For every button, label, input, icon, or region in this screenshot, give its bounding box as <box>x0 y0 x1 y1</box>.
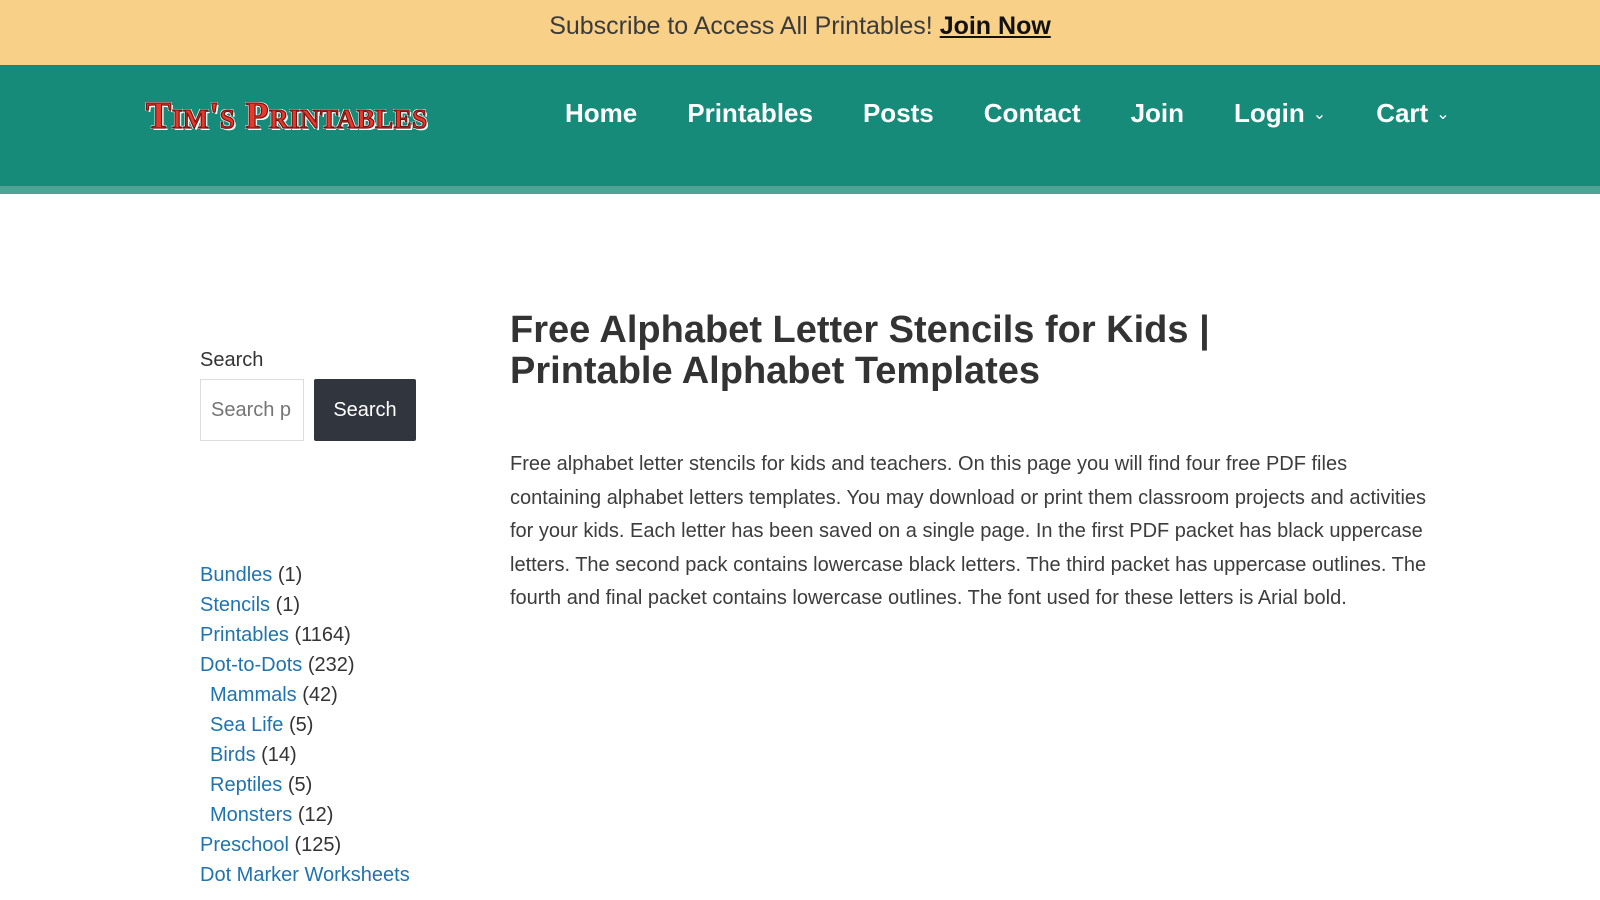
search-form: Search <box>200 379 430 441</box>
list-item: Reptiles (5) <box>200 770 460 800</box>
list-item: Monsters (12) <box>200 800 460 830</box>
category-link[interactable]: Monsters <box>210 804 292 826</box>
nav-cart[interactable]: Cart ⌄ <box>1376 93 1449 133</box>
list-item: Preschool (125) <box>200 830 460 860</box>
category-link[interactable]: Dot-to-Dots <box>200 654 302 676</box>
chevron-down-icon[interactable]: ⌄ <box>1436 95 1449 135</box>
sidebar-search: Search Search <box>200 345 430 441</box>
list-item: Dot Marker Worksheets <box>200 860 460 890</box>
nav-label: Home <box>565 98 638 128</box>
list-item: Bundles (1) <box>200 560 460 590</box>
list-item: Birds (14) <box>200 740 460 770</box>
category-count: (12) <box>297 804 334 826</box>
category-count: (42) <box>302 684 338 706</box>
header-divider <box>0 186 1600 194</box>
category-count: (1164) <box>294 624 351 646</box>
category-link[interactable]: Mammals <box>210 684 297 706</box>
nav-label: Posts <box>862 98 934 128</box>
category-link[interactable]: Reptiles <box>210 774 282 796</box>
announcement-bar: Subscribe to Access All Printables! Join… <box>0 0 1600 65</box>
category-count: (232) <box>307 654 355 676</box>
nav-label: Contact <box>983 98 1081 128</box>
main-content: Free Alphabet Letter Stencils for Kids |… <box>510 310 1430 616</box>
nav-contact[interactable]: Contact <box>984 93 1081 133</box>
search-label: Search <box>200 349 264 371</box>
category-link[interactable]: Stencils <box>200 594 270 616</box>
category-count: (5) <box>288 714 314 736</box>
category-link[interactable]: Preschool <box>200 834 289 856</box>
nav-label: Join <box>1130 98 1185 128</box>
category-count: (125) <box>294 834 342 856</box>
category-count: (1) <box>275 594 301 616</box>
nav-label: Cart <box>1376 98 1429 128</box>
nav-label: Login <box>1234 98 1305 128</box>
nav-printables[interactable]: Printables <box>687 93 813 133</box>
list-item: Dot-to-Dots (232) <box>200 650 460 680</box>
category-link[interactable]: Bundles <box>200 564 272 586</box>
category-link[interactable]: Sea Life <box>210 714 283 736</box>
main-nav: Home Printables Posts Contact Join Login… <box>565 93 1450 133</box>
intro-paragraph: Free alphabet letter stencils for kids a… <box>510 453 1427 609</box>
category-link[interactable]: Printables <box>200 624 289 646</box>
category-link[interactable]: Birds <box>210 744 256 766</box>
list-item: Sea Life (5) <box>200 710 460 740</box>
page-title-line-2: Printable Alphabet Templates <box>510 350 1040 392</box>
join-now-link[interactable]: Join Now <box>940 12 1051 40</box>
nav-login[interactable]: Login ⌄ <box>1234 93 1326 133</box>
site-logo[interactable]: Tim's Printables <box>145 92 427 140</box>
category-count: (1) <box>277 564 303 586</box>
category-count: (5) <box>287 774 313 796</box>
page-title-line-1: Free Alphabet Letter Stencils for Kids | <box>510 309 1210 351</box>
category-list: Bundles (1) Stencils (1) Printables (116… <box>200 560 460 890</box>
search-button[interactable]: Search <box>314 379 416 441</box>
nav-posts[interactable]: Posts <box>863 93 934 133</box>
list-item: Mammals (42) <box>200 680 460 710</box>
nav-home[interactable]: Home <box>565 93 637 133</box>
category-link[interactable]: Dot Marker Worksheets <box>200 864 410 886</box>
list-item: Stencils (1) <box>200 590 460 620</box>
chevron-down-icon[interactable]: ⌄ <box>1313 95 1326 135</box>
announcement-text: Subscribe to Access All Printables! <box>549 12 933 40</box>
list-item: Printables (1164) <box>200 620 460 650</box>
category-count: (14) <box>261 744 297 766</box>
search-input[interactable] <box>200 379 304 441</box>
nav-label: Printables <box>687 98 813 128</box>
nav-join[interactable]: Join <box>1131 93 1184 133</box>
page-title: Free Alphabet Letter Stencils for Kids |… <box>510 310 1430 392</box>
